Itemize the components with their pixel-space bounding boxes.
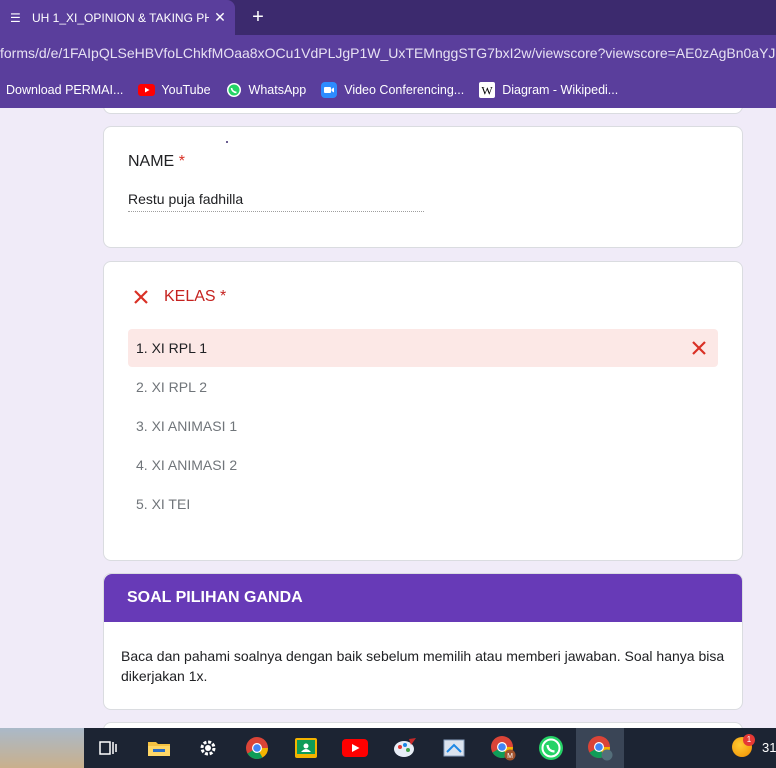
chrome-profile-icon: M xyxy=(491,736,516,761)
form-page: NAME * Restu puja fadhilla KELAS * 1. XI… xyxy=(0,108,776,728)
kelas-option: 4. XI ANIMASI 2 xyxy=(128,446,718,484)
option-label: 2. XI RPL 2 xyxy=(136,379,208,395)
bookmark-whatsapp[interactable]: WhatsApp xyxy=(225,83,307,97)
taskbar-file-explorer[interactable] xyxy=(135,728,183,768)
whatsapp-icon xyxy=(225,83,243,97)
bookmark-youtube[interactable]: YouTube xyxy=(137,83,211,97)
section-card: SOAL PILIHAN GANDA Baca dan pahami soaln… xyxy=(103,573,743,710)
name-question-card: NAME * Restu puja fadhilla xyxy=(103,126,743,248)
header-card-bottom xyxy=(103,108,743,114)
bookmark-label: Diagram - Wikipedi... xyxy=(502,83,619,97)
taskbar-paint[interactable] xyxy=(381,728,429,768)
chrome-alt-profile-icon xyxy=(588,736,613,761)
zoom-icon xyxy=(320,82,338,98)
active-tab[interactable]: ☰ UH 1_XI_OPINION & TAKING PHO ✕ xyxy=(0,0,235,35)
taskbar-chrome-active[interactable] xyxy=(576,728,624,768)
bookmark-wikipedia[interactable]: W Diagram - Wikipedi... xyxy=(478,82,619,98)
section-description: Baca dan pahami soalnya dengan baik sebe… xyxy=(121,648,725,684)
taskbar-youtube[interactable] xyxy=(331,728,379,768)
name-label-text: NAME xyxy=(128,153,175,170)
address-bar[interactable]: forms/d/e/1FAIpQLSeHBVfoLChkfMOaa8xOCu1V… xyxy=(0,35,776,72)
kelas-option-selected: 1. XI RPL 1 xyxy=(128,329,718,367)
folder-icon xyxy=(148,742,170,756)
snipping-tool-icon xyxy=(443,739,465,757)
option-label: 1. XI RPL 1 xyxy=(136,340,208,356)
close-tab-icon[interactable]: ✕ xyxy=(209,9,231,26)
taskbar-snipping[interactable] xyxy=(430,728,478,768)
task-view-button[interactable] xyxy=(84,728,132,768)
bookmark-label: Download PERMAI... xyxy=(6,83,124,97)
taskbar-whatsapp[interactable] xyxy=(527,728,575,768)
tab-strip: ☰ UH 1_XI_OPINION & TAKING PHO ✕ + xyxy=(0,0,776,35)
section-title: SOAL PILIHAN GANDA xyxy=(104,574,742,622)
task-view-icon xyxy=(99,741,117,755)
forms-list-icon: ☰ xyxy=(10,10,21,25)
incorrect-answer-x-icon xyxy=(692,341,706,355)
kelas-label-text: KELAS xyxy=(164,288,216,305)
classroom-icon xyxy=(295,738,317,758)
notification-count-badge: 1 xyxy=(743,734,755,746)
kelas-question-card: KELAS * 1. XI RPL 1 2. XI RPL 2 3. XI AN… xyxy=(103,261,743,561)
taskbar-chrome[interactable] xyxy=(233,728,281,768)
bookmark-zoom[interactable]: Video Conferencing... xyxy=(320,82,465,98)
name-answer: Restu puja fadhilla xyxy=(128,191,424,212)
desktop-thumbnail[interactable] xyxy=(0,728,84,768)
incorrect-x-icon xyxy=(134,290,148,304)
kelas-option: 5. XI TEI xyxy=(128,485,718,523)
option-label: 4. XI ANIMASI 2 xyxy=(136,457,238,473)
wikipedia-icon: W xyxy=(478,82,496,98)
svg-text:W: W xyxy=(482,84,494,98)
bookmarks-bar: Download PERMAI... YouTube WhatsApp Vide… xyxy=(0,72,776,108)
bookmark-label: Video Conferencing... xyxy=(344,83,465,97)
bookmark-label: WhatsApp xyxy=(248,83,307,97)
windows-taskbar: M 1 31 xyxy=(0,728,776,768)
taskbar-clock[interactable]: 31 xyxy=(762,740,776,755)
required-asterisk: * xyxy=(178,153,185,170)
name-question-title: NAME * xyxy=(128,153,185,171)
paint-icon xyxy=(394,738,416,757)
youtube-icon xyxy=(342,739,368,757)
option-label: 3. XI ANIMASI 1 xyxy=(136,418,238,434)
kelas-question-title: KELAS * xyxy=(132,288,226,306)
kelas-option: 2. XI RPL 2 xyxy=(128,368,718,406)
chrome-icon xyxy=(246,737,268,759)
decorative-dot xyxy=(226,141,228,143)
taskbar-chrome-profile[interactable]: M xyxy=(479,728,527,768)
option-label: 5. XI TEI xyxy=(136,496,191,512)
tab-title: UH 1_XI_OPINION & TAKING PHO xyxy=(32,10,209,25)
url-text: forms/d/e/1FAIpQLSeHBVfoLChkfMOaa8xOCu1V… xyxy=(0,45,776,61)
new-tab-button[interactable]: + xyxy=(247,5,269,29)
required-asterisk: * xyxy=(220,288,227,305)
kelas-option: 3. XI ANIMASI 1 xyxy=(128,407,718,445)
bookmark-download[interactable]: Download PERMAI... xyxy=(6,83,123,97)
taskbar-classroom[interactable] xyxy=(282,728,330,768)
svg-text:M: M xyxy=(507,753,513,760)
youtube-icon xyxy=(137,83,155,97)
bookmark-label: YouTube xyxy=(161,83,211,97)
whatsapp-icon xyxy=(539,736,563,760)
taskbar-settings[interactable] xyxy=(184,728,232,768)
gear-icon xyxy=(200,740,216,756)
